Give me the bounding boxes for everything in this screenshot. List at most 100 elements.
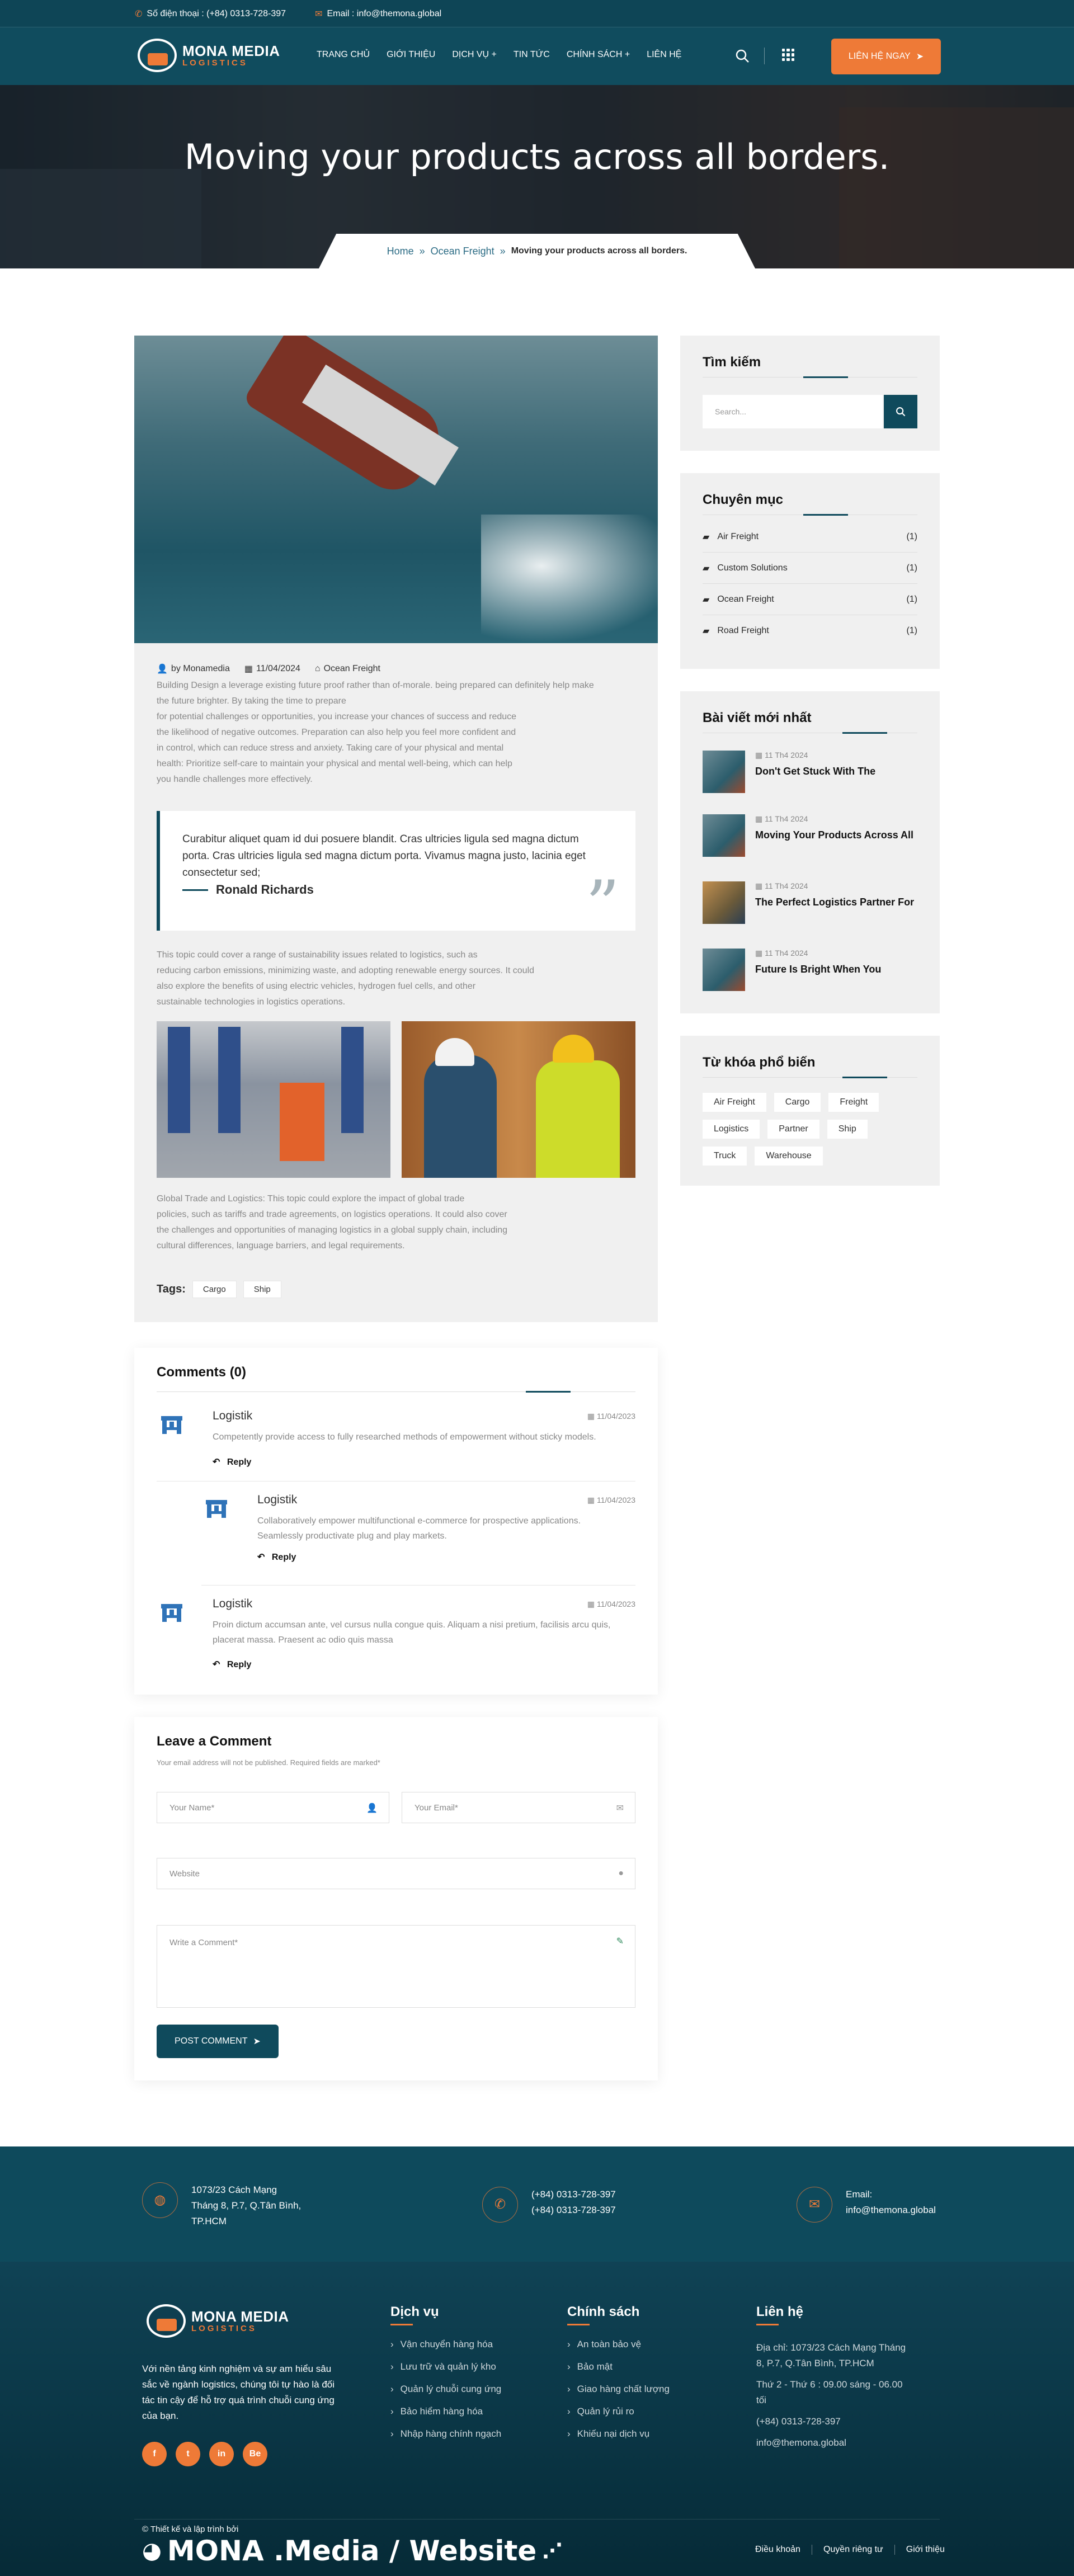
reply-button[interactable]: ↶ Reply [213,1456,251,1468]
footer-link[interactable]: › Nhập hàng chính ngạch [390,2428,536,2440]
name-field[interactable]: Your Name* 👤 [157,1792,389,1823]
recent-post[interactable]: ▦ 11 Th4 2024 Future Is Bright When You [703,949,917,993]
footer-link[interactable]: › Quản lý chuỗi cung ứng [390,2384,536,2395]
terms-link[interactable]: Điều khoản [744,2545,812,2555]
keyword-chip[interactable]: Truck [703,1147,747,1166]
search-widget-title: Tìm kiếm [703,355,761,370]
comment-date-text: 11/04/2023 [596,1600,635,1608]
keyword-chip[interactable]: Freight [828,1093,879,1112]
nav-home[interactable]: TRANG CHỦ [317,50,370,60]
logo-main-text: MONA MEDIA [182,42,280,59]
keyword-chip[interactable]: Air Freight [703,1093,766,1112]
breadcrumb-category[interactable]: Ocean Freight [431,246,494,257]
double-chevron-icon: » [419,245,425,257]
search-icon[interactable] [735,49,750,63]
mail-icon: ✉ [616,1804,624,1813]
post-comment-button[interactable]: POST COMMENT ➤ [157,2025,279,2058]
category-name: Ocean Freight [717,594,774,604]
email-placeholder: Your Email* [414,1803,458,1813]
footer-email[interactable]: info@themona.global [756,2435,924,2451]
footer-phone[interactable]: (+84) 0313-728-397 [756,2414,924,2429]
phone-icon: ✆ [482,2187,518,2223]
avatar-icon [161,1416,182,1434]
comment-line: Proin dictum accumsan ante, vel cursus n… [213,1620,611,1630]
mona-brand[interactable]: ◕ MONA .Media / Website ⋰ [142,2535,562,2567]
grid-menu-icon[interactable] [782,49,794,61]
reply-button[interactable]: ↶ Reply [257,1551,296,1563]
send-icon: ➤ [253,2037,261,2046]
comment-line: Competently provide access to fully rese… [213,1432,596,1442]
website-field[interactable]: Website ● [157,1858,635,1889]
topbar-email[interactable]: ✉ Email : info@themona.global [315,8,441,20]
footer-link[interactable]: › Giao hàng chất lượng [567,2384,713,2395]
footer-link[interactable]: › Quản lý rủi ro [567,2406,713,2417]
keyword-chip[interactable]: Cargo [774,1093,821,1112]
contact-now-button[interactable]: LIÊN HỆ NGAY ➤ [831,39,941,74]
user-icon: 👤 [366,1804,378,1813]
post-date-text: 11 Th4 2024 [765,814,808,823]
quote-text: Curabitur aliquet quam id dui posuere bl… [182,833,586,879]
globe-icon: ● [618,1869,624,1878]
phone-line[interactable]: (+84) 0313-728-397 [531,2187,616,2202]
footer-logo[interactable]: MONA MEDIA LOGISTICS [147,2304,289,2338]
keywords-title: Từ khóa phổ biến [703,1055,816,1070]
facebook-icon[interactable]: f [142,2442,167,2466]
recent-post[interactable]: ▦ 11 Th4 2024 Moving Your Products Across… [703,814,917,859]
nav-about[interactable]: GIỚI THIỆU [387,50,435,60]
logo-main-text: MONA MEDIA [191,2308,289,2325]
footer-link[interactable]: › Bảo hiểm hàng hóa [390,2406,536,2417]
footer-link[interactable]: › Lưu trữ và quản lý kho [390,2361,536,2372]
paragraph-1: Building Design a leverage existing futu… [157,678,615,787]
comment-text: Proin dictum accumsan ante, vel cursus n… [213,1617,635,1648]
keyword-chip[interactable]: Logistics [703,1120,760,1139]
footer-link[interactable]: › Bảo mật [567,2361,713,2372]
keyword-chip[interactable]: Ship [827,1120,868,1139]
email-value[interactable]: info@themona.global [846,2202,936,2218]
comment-textarea[interactable]: Write a Comment* ✎ [157,1925,635,2008]
footer-link[interactable]: › An toàn bảo vệ [567,2339,713,2350]
tag-chip[interactable]: Ship [243,1281,281,1298]
nav-services[interactable]: DỊCH VỤ + [452,50,497,60]
recent-post[interactable]: ▦ 11 Th4 2024 Don't Get Stuck With The [703,751,917,795]
phone-line[interactable]: (+84) 0313-728-397 [531,2202,616,2218]
title-underline [703,376,917,378]
privacy-link[interactable]: Quyền riêng tư [811,2545,894,2555]
comment-author: Logistik [213,1409,253,1422]
nav-policy[interactable]: CHÍNH SÁCH + [567,50,630,60]
sidebar-search-input[interactable]: Search... [703,395,883,428]
folder-icon: ▰ [703,626,710,636]
footer-link[interactable]: › Khiếu nại dịch vụ [567,2428,713,2440]
reply-button[interactable]: ↶ Reply [213,1659,251,1670]
category-text: Ocean Freight [323,664,380,673]
linkedin-icon[interactable]: in [209,2442,234,2466]
comment-date-text: 11/04/2023 [596,1495,635,1504]
category-item[interactable]: ▰ Ocean Freight (1) [703,584,917,615]
email-field[interactable]: Your Email* ✉ [402,1792,635,1823]
site-logo[interactable]: MONA MEDIA LOGISTICS [138,39,280,72]
quote-mark-icon: ” [585,867,620,945]
topbar-email-text: Email : info@themona.global [327,9,442,18]
category-item[interactable]: ▰ Air Freight (1) [703,521,917,553]
sidebar-search-button[interactable] [884,395,917,428]
tag-chip[interactable]: Cargo [192,1281,237,1298]
nav-contact[interactable]: LIÊN HỆ [647,50,681,60]
twitter-icon[interactable]: t [176,2442,200,2466]
header-divider [764,48,765,64]
p2-line: reducing carbon emissions, minimizing wa… [157,966,535,975]
breadcrumb-home[interactable]: Home [387,246,414,257]
post-thumbnail [703,949,745,991]
behance-icon[interactable]: Be [243,2442,267,2466]
nav-news[interactable]: TIN TỨC [514,50,550,60]
category-meta[interactable]: ⌂ Ocean Freight [315,663,380,674]
keyword-chip[interactable]: Warehouse [755,1147,823,1166]
category-item[interactable]: ▰ Custom Solutions (1) [703,553,917,584]
keyword-chip[interactable]: Partner [767,1120,819,1139]
footer-link[interactable]: › Vận chuyển hàng hóa [390,2339,536,2350]
topbar-phone[interactable]: ✆ Số điện thoại : (+84) 0313-728-397 [135,8,286,20]
about-link[interactable]: Giới thiệu [894,2545,956,2555]
author-meta[interactable]: 👤 by Monamedia [157,663,230,674]
recent-post[interactable]: ▦ 11 Th4 2024 The Perfect Logistics Partn… [703,881,917,926]
top-bar: ✆ Số điện thoại : (+84) 0313-728-397 ✉ Ema… [0,0,1074,27]
category-item[interactable]: ▰ Road Freight (1) [703,615,917,647]
search-icon [896,407,906,417]
